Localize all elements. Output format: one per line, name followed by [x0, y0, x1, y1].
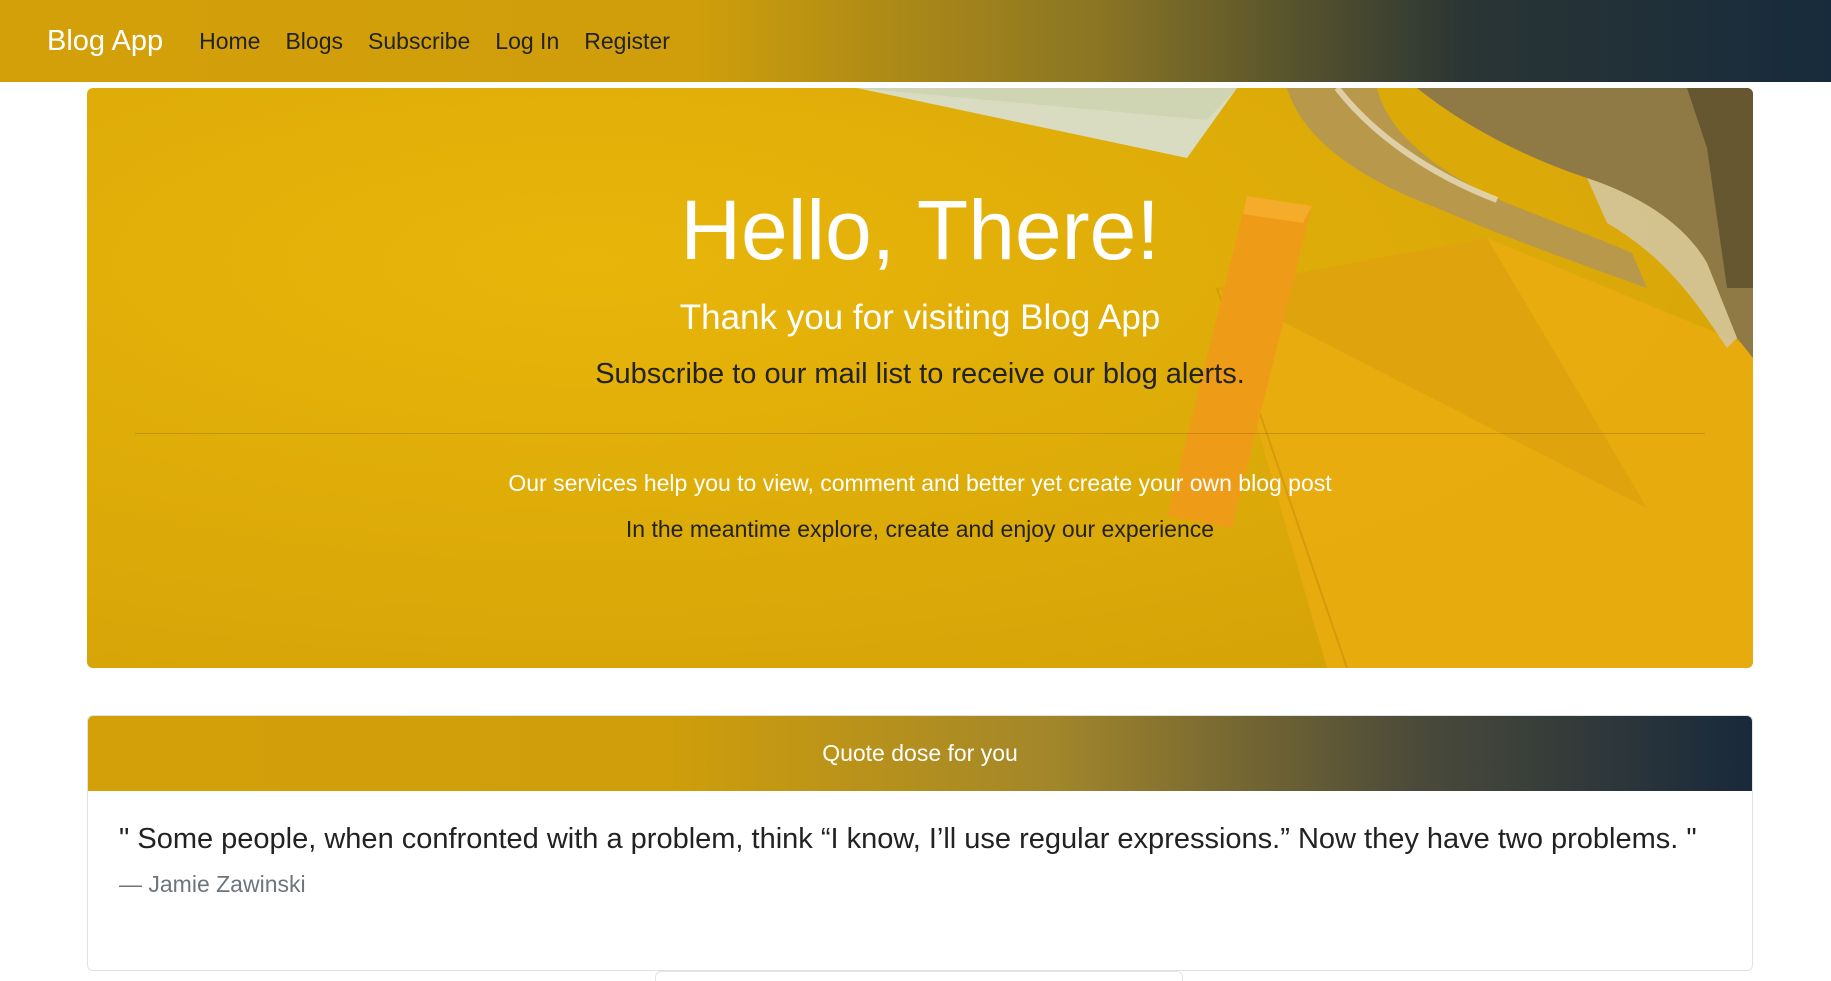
- nav-link-subscribe[interactable]: Subscribe: [368, 28, 470, 55]
- nav-links: Home Blogs Subscribe Log In Register: [199, 28, 695, 55]
- next-card-partial: [655, 971, 1183, 981]
- hero-divider: [135, 433, 1705, 434]
- nav-link-register[interactable]: Register: [584, 28, 670, 55]
- quote-author: — Jamie Zawinski: [119, 871, 306, 897]
- hero-content: Hello, There! Thank you for visiting Blo…: [87, 88, 1753, 668]
- nav-link-blogs[interactable]: Blogs: [285, 28, 343, 55]
- quote-text: " Some people, when confronted with a pr…: [119, 823, 1697, 855]
- hero-jumbotron: Hello, There! Thank you for visiting Blo…: [87, 88, 1753, 668]
- quote-card: Quote dose for you " Some people, when c…: [87, 715, 1753, 971]
- hero-services-text: Our services help you to view, comment a…: [508, 470, 1332, 496]
- brand-link[interactable]: Blog App: [47, 25, 163, 58]
- hero-subtitle: Thank you for visiting Blog App: [679, 298, 1161, 337]
- quote-card-header: Quote dose for you: [88, 716, 1752, 791]
- nav-link-home[interactable]: Home: [199, 28, 260, 55]
- hero-lead: Subscribe to our mail list to receive ou…: [595, 358, 1245, 390]
- top-navbar: Blog App Home Blogs Subscribe Log In Reg…: [0, 0, 1831, 82]
- hero-title: Hello, There!: [680, 183, 1160, 277]
- nav-link-login[interactable]: Log In: [495, 28, 559, 55]
- quote-card-body: " Some people, when confronted with a pr…: [88, 791, 1752, 928]
- hero-explore-text: In the meantime explore, create and enjo…: [625, 516, 1215, 542]
